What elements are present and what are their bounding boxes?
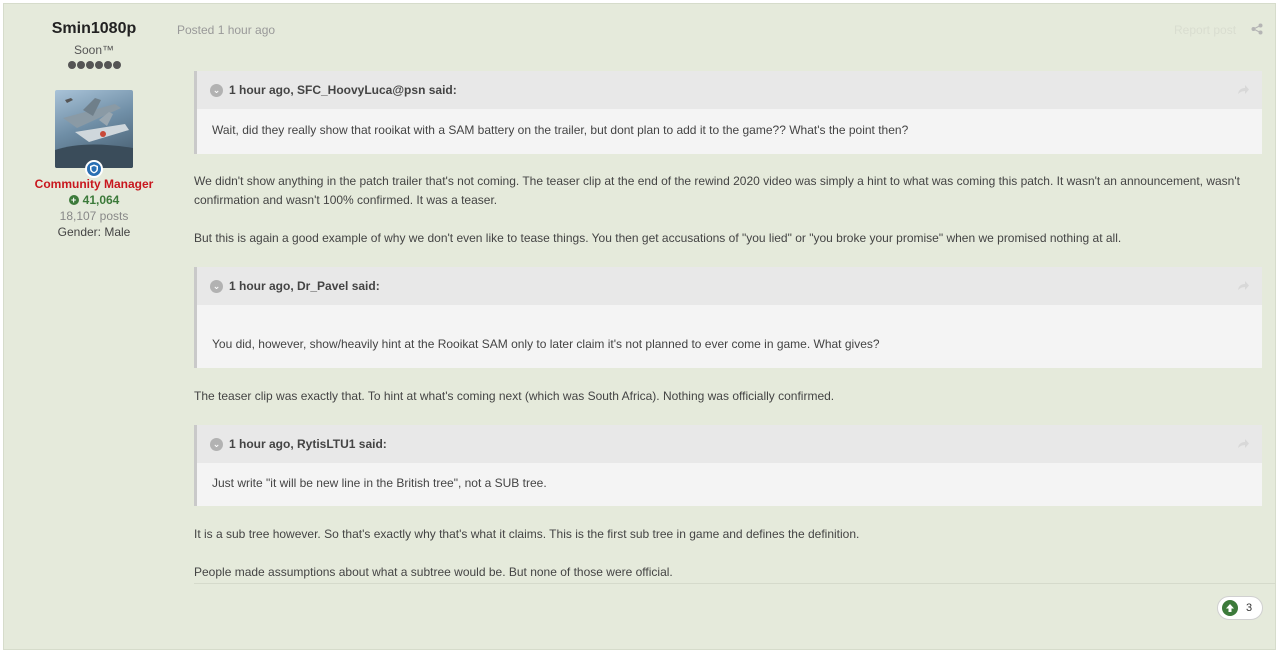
post-paragraph: But this is again a good example of why … [194,231,1122,245]
collapse-chevron-icon[interactable]: ⌄ [210,279,223,293]
collapse-chevron-icon[interactable]: ⌄ [210,437,223,451]
rank-pip [94,61,103,69]
quote-header[interactable]: ⌄ 1 hour ago, RytisLTU1 said: [197,425,1262,463]
post-paragraph: We didn't show anything in the patch tra… [194,174,1240,207]
rank-pip [112,61,121,69]
post-footer-divider [194,583,1276,584]
post-paragraph: It is a sub tree however. So that's exac… [194,527,860,541]
jump-to-post-icon[interactable] [1236,83,1250,97]
reputation-button[interactable]: 3 [1217,596,1263,620]
posted-time[interactable]: Posted 1 hour ago [177,23,275,37]
quote-block: ⌄ 1 hour ago, RytisLTU1 said: Just write… [194,425,1262,506]
quote-citation: 1 hour ago, RytisLTU1 said: [229,437,387,451]
reputation: + 41,064 [14,192,174,208]
quote-text: You did, however, show/heavily hint at t… [212,337,880,351]
avatar[interactable] [55,90,133,168]
forum-post: Smin1080p Soon™ Community Manager + 41,0… [3,3,1276,650]
author-group: Community Manager [34,177,154,191]
quote-text: Just write "it will be new line in the B… [212,476,547,490]
quote-body: You did, however, show/heavily hint at t… [197,305,1262,351]
report-post-link[interactable]: Report post [1174,23,1236,37]
author-panel: Smin1080p Soon™ Community Manager + 41,0… [14,18,174,241]
jump-to-post-icon[interactable] [1236,279,1250,293]
upvote-arrow-icon[interactable] [1222,600,1238,616]
author-gender: Gender: Male [57,225,131,239]
author-title: Soon™ [73,43,115,57]
rank-pip [76,61,85,69]
post-count: 18,107 posts [59,209,129,223]
rank-pip [85,61,94,69]
quote-block: ⌄ 1 hour ago, Dr_Pavel said: You did, ho… [194,267,1262,368]
jump-to-post-icon[interactable] [1236,437,1250,451]
quote-citation: 1 hour ago, Dr_Pavel said: [229,279,380,293]
rank-pip [103,61,112,69]
quote-text: Wait, did they really show that rooikat … [212,123,909,137]
rank-pips [14,61,174,73]
quote-header[interactable]: ⌄ 1 hour ago, Dr_Pavel said: [197,267,1262,305]
staff-badge-icon [85,160,103,178]
author-name[interactable]: Smin1080p [14,18,174,40]
reputation-value: 41,064 [82,193,120,207]
quote-body: Wait, did they really show that rooikat … [197,109,1262,137]
collapse-chevron-icon[interactable]: ⌄ [210,83,223,97]
rank-pip [67,61,76,69]
quote-header[interactable]: ⌄ 1 hour ago, SFC_HoovyLuca@psn said: [197,71,1262,109]
avatar-wrapper[interactable] [55,90,133,178]
post-paragraph: The teaser clip was exactly that. To hin… [194,389,835,403]
quote-block: ⌄ 1 hour ago, SFC_HoovyLuca@psn said: Wa… [194,71,1262,154]
share-icon[interactable] [1251,23,1263,35]
quote-body: Just write "it will be new line in the B… [197,463,1262,490]
post-paragraph: People made assumptions about what a sub… [194,565,673,579]
reputation-count: 3 [1246,602,1253,614]
quote-citation: 1 hour ago, SFC_HoovyLuca@psn said: [229,83,457,97]
reputation-plus-icon: + [68,195,79,205]
